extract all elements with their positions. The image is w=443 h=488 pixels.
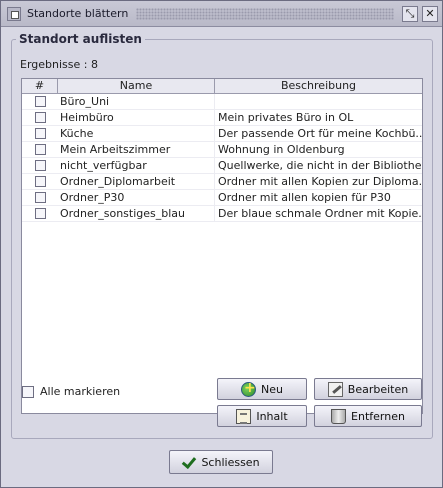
edit-icon: [327, 381, 343, 397]
table-row[interactable]: Ordner_sonstiges_blau Der blaue schmale …: [22, 206, 422, 222]
location-list-group: Standort auflisten Ergebnisse : 8 # Name…: [11, 32, 433, 439]
row-description: Der blaue schmale Ordner mit Kopie...: [218, 207, 422, 220]
row-checkbox[interactable]: [34, 192, 46, 203]
restore-button[interactable]: ⤡: [402, 5, 418, 22]
table-row[interactable]: nicht_verfügbar Quellwerke, die nicht in…: [22, 158, 422, 174]
row-name: Ordner_Diplomarbeit: [58, 174, 215, 189]
location-table: # Name Beschreibung Büro_Uni Heimbüro Me…: [21, 78, 423, 414]
edit-button[interactable]: Bearbeiten: [314, 378, 422, 400]
table-row[interactable]: Ordner_Diplomarbeit Ordner mit allen Kop…: [22, 174, 422, 190]
column-header-description[interactable]: Beschreibung: [215, 79, 422, 93]
close-button-label: Schliessen: [201, 455, 260, 469]
add-icon: [241, 380, 257, 397]
row-checkbox[interactable]: [34, 96, 46, 107]
window-title: Standorte blättern: [27, 7, 129, 20]
result-count: Ergebnisse : 8: [20, 58, 98, 71]
row-name: Heimbüro: [58, 110, 215, 125]
row-name: Küche: [58, 126, 215, 141]
trash-icon: [331, 408, 347, 424]
checkmark-icon: [182, 456, 196, 468]
table-row[interactable]: Ordner_P30 Ordner mit allen kopien für P…: [22, 190, 422, 206]
row-name: Ordner_sonstiges_blau: [58, 206, 215, 221]
row-name: Mein Arbeitszimmer: [58, 142, 215, 157]
delete-button[interactable]: Entfernen: [314, 405, 422, 427]
table-row[interactable]: Heimbüro Mein privates Büro in OL: [22, 110, 422, 126]
new-button[interactable]: Neu: [217, 378, 307, 400]
content-button-label: Inhalt: [256, 409, 288, 423]
row-description: [215, 94, 422, 109]
row-name: Ordner_P30: [58, 190, 215, 205]
mark-all-label: Alle markieren: [40, 385, 121, 398]
window-icon: [7, 6, 21, 21]
table-row[interactable]: Büro_Uni: [22, 94, 422, 110]
dialog-window: Standorte blättern ⤡ ✕ Standort aufliste…: [0, 0, 443, 488]
close-button[interactable]: Schliessen: [169, 450, 273, 474]
row-checkbox[interactable]: [34, 144, 46, 155]
table-row[interactable]: Mein Arbeitszimmer Wohnung in Oldenburg: [22, 142, 422, 158]
mark-all-toggle[interactable]: Alle markieren: [22, 385, 120, 398]
row-name: nicht_verfügbar: [58, 158, 215, 173]
title-bar[interactable]: Standorte blättern ⤡ ✕: [1, 1, 442, 27]
group-title: Standort auflisten: [16, 32, 145, 46]
row-checkbox[interactable]: [34, 208, 46, 219]
column-header-name[interactable]: Name: [58, 79, 215, 93]
row-description: Ordner mit allen kopien für P30: [218, 191, 391, 204]
row-description: Ordner mit allen Kopien zur Diploma...: [218, 175, 422, 188]
content-button[interactable]: Inhalt: [217, 405, 307, 427]
edit-button-label: Bearbeiten: [347, 382, 409, 396]
new-button-label: Neu: [261, 382, 283, 396]
row-checkbox[interactable]: [34, 160, 46, 171]
row-description: Wohnung in Oldenburg: [218, 143, 345, 156]
column-header-number[interactable]: #: [22, 79, 58, 93]
row-checkbox[interactable]: [34, 176, 46, 187]
title-grip: [136, 7, 394, 20]
row-description: Quellwerke, die nicht in der Bibliothe..…: [218, 159, 422, 172]
table-row[interactable]: Küche Der passende Ort für meine Kochbü.…: [22, 126, 422, 142]
delete-button-label: Entfernen: [351, 409, 405, 423]
row-checkbox[interactable]: [34, 112, 46, 123]
row-description: Mein privates Büro in OL: [218, 111, 354, 124]
clipboard-icon: [236, 408, 252, 424]
close-window-button[interactable]: ✕: [422, 5, 438, 22]
row-checkbox[interactable]: [34, 128, 46, 139]
mark-all-checkbox[interactable]: [22, 385, 34, 398]
table-header: # Name Beschreibung: [22, 79, 422, 94]
row-name: Büro_Uni: [58, 94, 215, 109]
row-description: Der passende Ort für meine Kochbü...: [218, 127, 422, 140]
